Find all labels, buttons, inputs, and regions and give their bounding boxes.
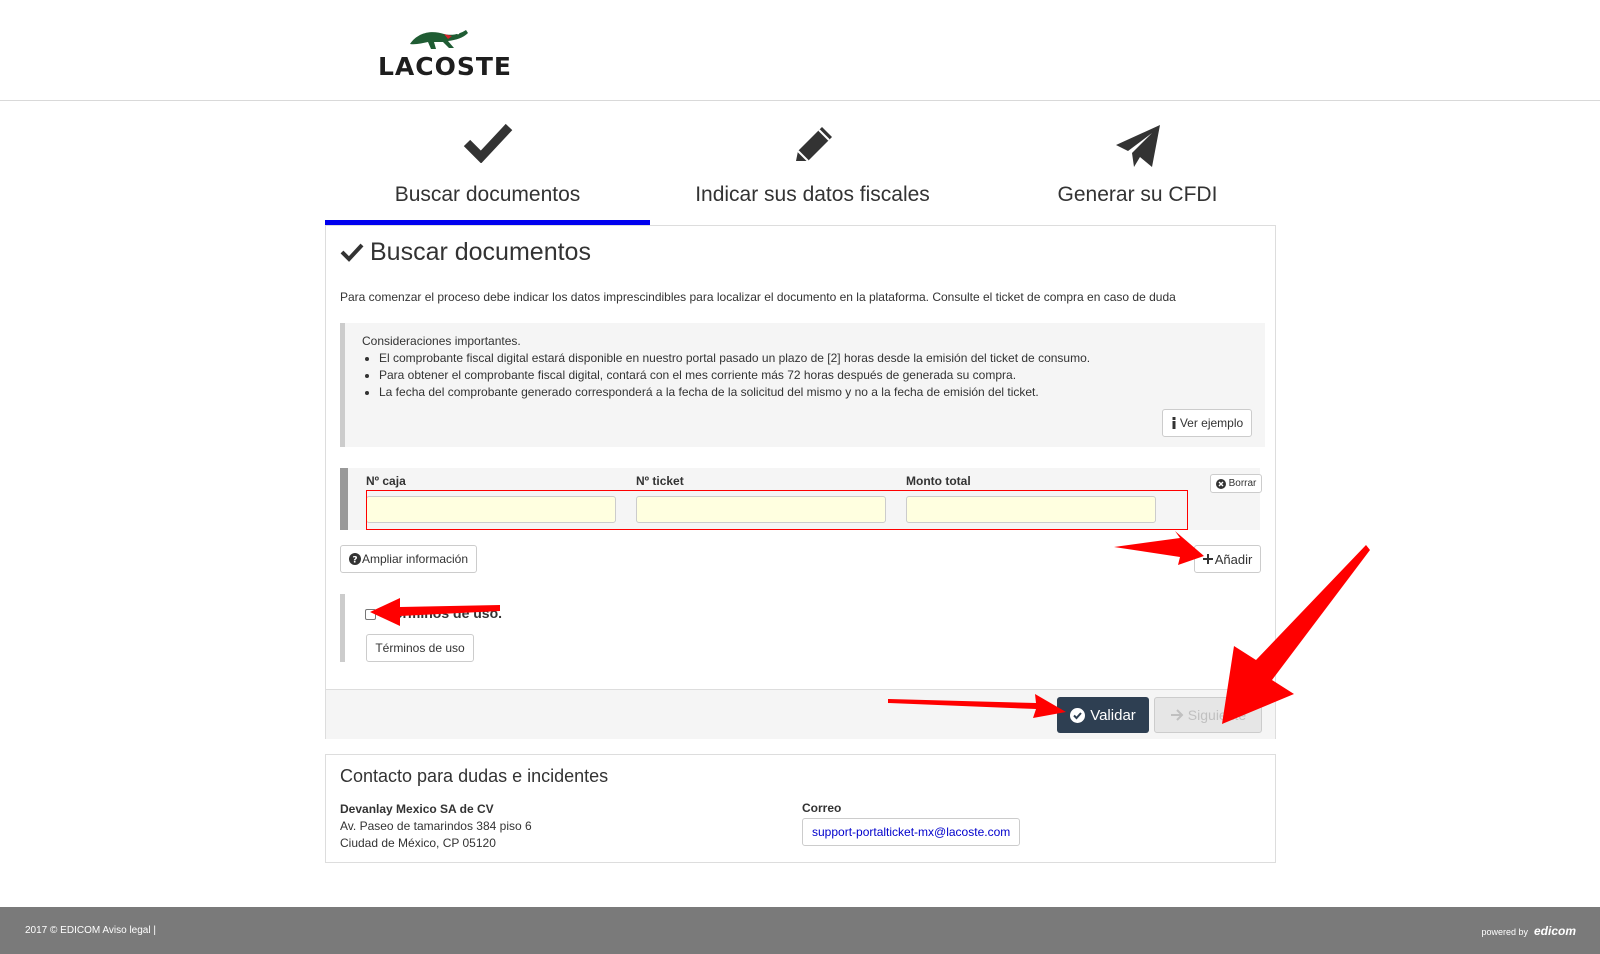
next-button[interactable]: Siguiente xyxy=(1154,697,1262,733)
question-circle-icon: ? xyxy=(348,553,361,566)
check-icon xyxy=(463,123,512,164)
lacoste-logo[interactable]: LACOSTE xyxy=(378,22,511,82)
monto-label: Monto total xyxy=(906,474,971,488)
crocodile-icon xyxy=(410,30,468,49)
legal-link[interactable]: Aviso legal xyxy=(102,925,150,936)
list-item: La fecha del comprobante generado corres… xyxy=(379,384,1090,401)
contact-panel: Contacto para dudas e incidentes Devanla… xyxy=(325,754,1276,863)
accept-terms-checkbox[interactable] xyxy=(365,609,376,620)
step-datos-fiscales[interactable]: Indicar sus datos fiscales xyxy=(650,115,975,225)
powered-by: powered by edicom xyxy=(1481,924,1576,938)
step-generar-cfdi[interactable]: Generar su CFDI xyxy=(975,115,1300,225)
ticket-label: Nº ticket xyxy=(636,474,684,488)
address-line-2: Ciudad de México, CP 05120 xyxy=(340,836,496,850)
email-label: Correo xyxy=(802,801,842,815)
paper-plane-icon xyxy=(1115,125,1160,167)
ticket-fields-row: Nº caja Nº ticket Monto total Borrar xyxy=(340,468,1262,530)
terms-section: ...érminos de uso. Términos de uso xyxy=(340,594,945,662)
svg-text:?: ? xyxy=(352,556,357,566)
step-label: Indicar sus datos fiscales xyxy=(695,183,930,206)
close-circle-icon xyxy=(1215,478,1226,489)
add-button[interactable]: Añadir xyxy=(1194,545,1261,573)
search-documents-panel: Buscar documentos Para comenzar el proce… xyxy=(325,225,1276,739)
list-item: El comprobante fiscal digital estará dis… xyxy=(379,350,1090,367)
wizard-steps: Buscar documentos Indicar sus datos fisc… xyxy=(325,115,1300,225)
caja-label: Nº caja xyxy=(366,474,406,488)
info-icon xyxy=(1172,417,1176,429)
pencil-icon xyxy=(795,127,832,162)
check-circle-icon xyxy=(1070,707,1086,723)
page-footer: 2017 © EDICOM Aviso legal | powered by ed… xyxy=(0,907,1600,954)
validate-button[interactable]: Validar xyxy=(1057,697,1149,733)
brand-name: LACOSTE xyxy=(378,52,513,81)
more-info-button[interactable]: ? Ampliar información xyxy=(340,545,477,573)
important-considerations: Consideraciones importantes. El comproba… xyxy=(340,323,1265,447)
considerations-list: El comprobante fiscal digital estará dis… xyxy=(362,350,1090,401)
highlight-box xyxy=(366,490,1188,530)
step-buscar-documentos[interactable]: Buscar documentos xyxy=(325,115,650,225)
terms-label: ...érminos de uso. xyxy=(383,605,503,621)
view-example-button[interactable]: Ver ejemplo xyxy=(1162,409,1252,437)
step-label: Buscar documentos xyxy=(394,183,581,206)
footer-copyright: 2017 © EDICOM Aviso legal | xyxy=(25,925,156,936)
company-info: Devanlay Mexico SA de CV Av. Paseo de ta… xyxy=(340,801,532,852)
list-item: Para obtener el comprobante fiscal digit… xyxy=(379,367,1090,384)
considerations-title: Consideraciones importantes. xyxy=(362,334,521,348)
address-line-1: Av. Paseo de tamarindos 384 piso 6 xyxy=(340,819,532,833)
intro-text: Para comenzar el proceso debe indicar lo… xyxy=(340,290,1176,304)
company-name: Devanlay Mexico SA de CV xyxy=(340,802,494,816)
terms-of-use-button[interactable]: Términos de uso xyxy=(366,634,474,662)
support-email-link[interactable]: support-portalticket-mx@lacoste.com xyxy=(802,818,1021,846)
clear-button[interactable]: Borrar xyxy=(1210,474,1262,493)
plus-icon xyxy=(1202,554,1213,564)
page-header: LACOSTE xyxy=(0,0,1600,101)
panel-title: Buscar documentos xyxy=(340,238,591,267)
contact-title: Contacto para dudas e incidentes xyxy=(340,766,609,786)
panel-actions: Validar Siguiente xyxy=(326,689,1275,739)
arrow-right-icon xyxy=(1170,709,1184,721)
check-icon xyxy=(340,243,364,262)
step-label: Generar su CFDI xyxy=(1057,183,1218,206)
edicom-logo[interactable]: edicom xyxy=(1534,924,1576,938)
